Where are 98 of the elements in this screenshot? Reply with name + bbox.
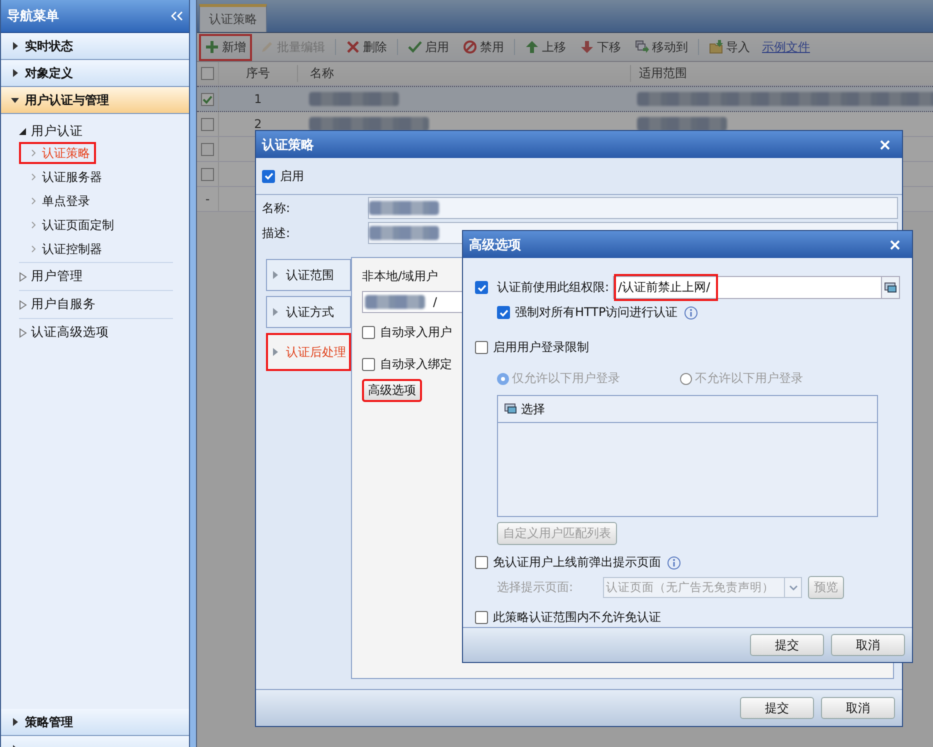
triangle-icon: [273, 348, 278, 356]
chevron-icon: [31, 149, 36, 157]
toolbar-button[interactable]: 启用: [402, 34, 455, 60]
dialog-title: 认证策略: [262, 136, 314, 154]
select-all-checkbox[interactable]: [201, 67, 214, 80]
side-tab[interactable]: 认证方式: [266, 296, 351, 328]
accordion-header[interactable]: 策略管理: [1, 709, 189, 736]
triangle-icon: [11, 96, 19, 104]
splitter[interactable]: [190, 0, 197, 747]
column-header[interactable]: 序号: [219, 65, 298, 82]
checkbox[interactable]: 认证前使用此组权限:: [475, 279, 610, 296]
submit-button[interactable]: 提交: [750, 634, 824, 656]
name-field[interactable]: [368, 197, 898, 219]
tab[interactable]: 认证策略: [199, 4, 267, 32]
field-label: 描述:: [262, 224, 292, 242]
column-header[interactable]: 适用范围: [631, 65, 933, 82]
tree-node[interactable]: 用户管理: [19, 263, 173, 290]
table-cell: 1: [254, 92, 262, 106]
check-icon: [408, 40, 422, 54]
table-cell: 2: [254, 117, 262, 131]
accordion-header[interactable]: 用户认证与管理: [1, 87, 189, 114]
triangle-icon: [273, 308, 278, 316]
windows-icon: [504, 403, 517, 415]
accordion-header[interactable]: 实时状态: [1, 33, 189, 60]
windows-icon: [884, 282, 897, 294]
field-label: 选择提示页面:: [497, 579, 574, 596]
prohibited-icon: [463, 40, 477, 54]
new-row-marker: -: [205, 192, 210, 206]
tree-node[interactable]: 认证高级选项: [19, 319, 173, 346]
accordion-header[interactable]: 对象定义: [1, 60, 189, 87]
triangle-icon: [11, 718, 19, 726]
toolbar-button[interactable]: 下移: [574, 34, 627, 60]
caret-icon: [788, 584, 798, 590]
row-checkbox[interactable]: [201, 142, 214, 156]
plus-icon: [205, 40, 219, 54]
checkbox[interactable]: 自动录入绑定: [362, 351, 452, 377]
triangle-icon: [11, 42, 19, 50]
tree-item[interactable]: 认证策略: [19, 142, 96, 164]
up-arrow-icon: [525, 40, 539, 54]
pick-button[interactable]: [881, 277, 899, 298]
info-icon[interactable]: [684, 306, 698, 320]
row-checkbox[interactable]: [201, 168, 214, 180]
toolbar-button[interactable]: 删除: [340, 34, 393, 60]
tree-node[interactable]: 用户认证: [19, 120, 173, 142]
checkbox[interactable]: 自动录入用户: [362, 319, 452, 345]
close-icon[interactable]: [880, 140, 890, 150]
tree-item[interactable]: 认证页面定制: [19, 214, 120, 236]
advanced-options-button[interactable]: 高级选项: [362, 379, 422, 402]
checkmark-icon: [498, 308, 508, 318]
sidebar-title: 导航菜单: [7, 8, 59, 25]
field-label: 名称:: [262, 200, 292, 216]
cross-icon: [346, 40, 360, 54]
checkbox[interactable]: 启用用户登录限制: [475, 339, 900, 356]
checkmark-icon: [264, 171, 274, 181]
toolbar-button[interactable]: 上移: [519, 34, 572, 60]
dialog-title: 高级选项: [469, 236, 521, 254]
cancel-button[interactable]: 取消: [821, 697, 895, 719]
toolbar-button[interactable]: 移动到: [629, 34, 694, 60]
tree-item[interactable]: 单点登录: [19, 190, 96, 212]
triangle-icon: [11, 69, 19, 77]
cancel-button[interactable]: 取消: [831, 634, 905, 656]
chevron-icon: [31, 173, 36, 181]
group-field[interactable]: /认证前禁止上网/: [613, 276, 900, 299]
toolbar-button[interactable]: 导入: [703, 34, 756, 60]
tree-item[interactable]: 认证服务器: [19, 166, 108, 188]
column-header[interactable]: 名称: [298, 65, 631, 82]
triangle-icon: [19, 126, 27, 136]
tree-node[interactable]: 用户自服务: [19, 291, 173, 318]
enable-checkbox[interactable]: 启用: [262, 168, 304, 184]
row-checkbox[interactable]: [201, 118, 214, 130]
collapse-icon[interactable]: [171, 11, 183, 21]
submit-button[interactable]: 提交: [740, 697, 814, 719]
side-tab[interactable]: 认证范围: [266, 259, 351, 291]
row-checkbox[interactable]: [201, 92, 214, 106]
tree-item[interactable]: 认证控制器: [19, 238, 108, 260]
toolbar-button[interactable]: 禁用: [457, 34, 510, 60]
down-arrow-icon: [580, 40, 594, 54]
checkmark-icon: [476, 282, 486, 292]
select-button[interactable]: 选择: [498, 396, 877, 423]
checkmark-icon: [202, 94, 213, 104]
checkbox[interactable]: 强制对所有HTTP访问进行认证: [497, 304, 678, 321]
checkbox[interactable]: 免认证用户上线前弹出提示页面: [475, 554, 661, 571]
triangle-icon: [273, 271, 278, 279]
triangle-icon: [19, 272, 27, 282]
info-icon[interactable]: [667, 556, 681, 570]
section-label: 非本地/域用户: [362, 268, 438, 285]
triangle-icon: [19, 328, 27, 338]
chevron-icon: [31, 197, 36, 205]
chevron-icon: [31, 221, 36, 229]
windows-arrow-icon: [635, 40, 649, 54]
side-tab[interactable]: 认证后处理: [266, 333, 351, 371]
checkbox[interactable]: 此策略认证范围内不允许免认证: [475, 609, 900, 626]
triangle-icon: [19, 300, 27, 310]
table-row[interactable]: 1: [197, 86, 933, 112]
chevron-icon: [31, 245, 36, 253]
toolbar-button[interactable]: 新增: [199, 34, 252, 60]
close-icon[interactable]: [890, 240, 900, 250]
folder-arrow-icon: [709, 40, 723, 54]
